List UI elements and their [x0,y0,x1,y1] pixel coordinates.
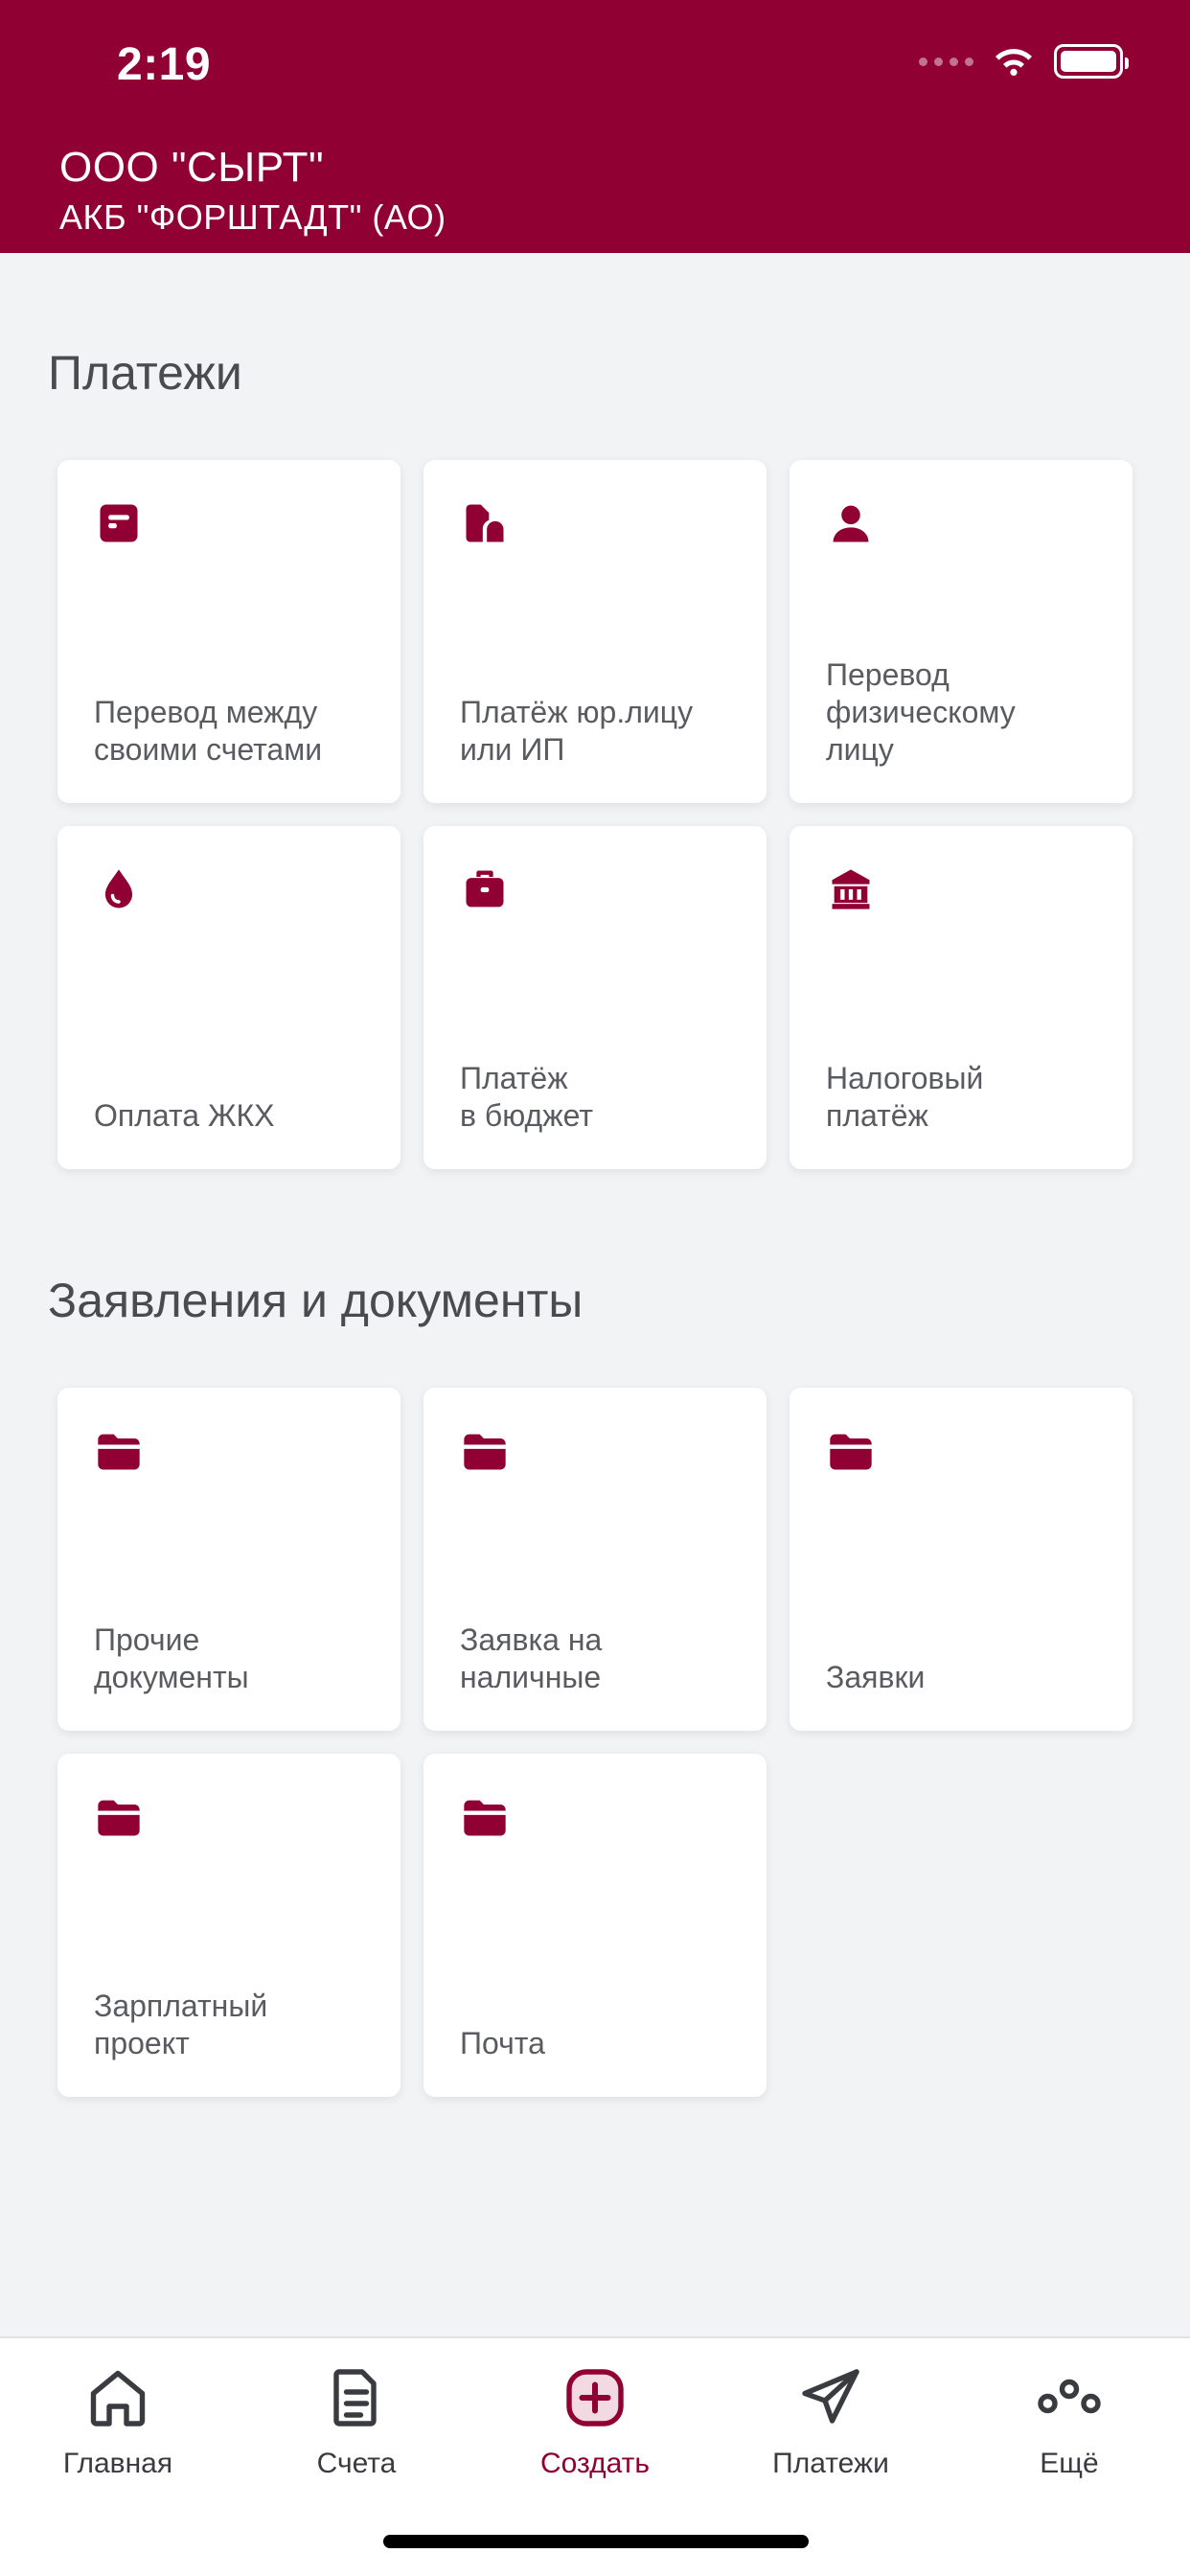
card-label: Оплата ЖКХ [94,1098,275,1133]
accounts-icon [333,2369,377,2426]
card-label: Заявки [826,1660,926,1694]
tab-label: Ещё [1040,2448,1099,2479]
card-transfer-own-accounts[interactable]: Перевод между своими счетами [57,460,400,803]
section-title-payments: Платежи [48,346,242,400]
card-label: Прочие документы [94,1622,249,1694]
app-header: 2:19 ООО "СЫРТ" АКБ "ФОРШТАДТ" (АО) [0,0,1190,253]
card-cash-request[interactable]: Заявка на наличные [423,1388,767,1731]
company-icon [466,504,504,542]
card-label: Платёж юр.лицу или ИП [460,695,694,767]
briefcase-icon [466,870,504,908]
card-other-documents[interactable]: Прочие документы [57,1388,400,1731]
document-icon [100,504,138,542]
card-requests[interactable]: Заявки [790,1388,1133,1731]
card-label: Почта [460,2026,545,2060]
card-mail[interactable]: Почта [423,1754,767,2097]
card-payment-legal-entity[interactable]: Платёж юр.лицу или ИП [423,460,767,803]
wifi-icon [995,49,1032,76]
tab-accounts[interactable]: Счета [241,2363,471,2480]
tab-payments[interactable]: Платежи [716,2363,946,2480]
tab-label: Платежи [772,2448,889,2479]
battery-icon [1054,44,1129,79]
status-indicators [919,44,1129,79]
card-label: Зарплатный проект [94,1989,268,2060]
folder-icon [98,1434,140,1470]
card-transfer-individual[interactable]: Перевод физическому лицу [790,460,1133,803]
plus-icon [566,2369,624,2426]
send-icon [802,2369,859,2424]
card-budget-payment[interactable]: Платёж в бюджет [423,826,767,1169]
tab-label: Главная [62,2448,173,2479]
signal-icon [919,57,973,66]
card-utilities-payment[interactable]: Оплата ЖКХ [57,826,400,1169]
company-name[interactable]: ООО "СЫРТ" [59,144,324,192]
home-icon [90,2370,146,2426]
folder-icon [464,1800,506,1836]
bank-name: АКБ "ФОРШТАДТ" (АО) [59,197,446,237]
bank-building-icon [832,869,870,909]
card-label: Платёж в бюджет [460,1061,593,1133]
folder-icon [98,1800,140,1836]
card-label: Налоговый платёж [826,1061,984,1133]
home-indicator[interactable] [383,2535,809,2548]
tab-create[interactable]: Создать [480,2363,710,2480]
card-tax-payment[interactable]: Налоговый платёж [790,826,1133,1169]
tab-more[interactable]: Ещё [954,2363,1184,2480]
tab-label: Создать [539,2448,650,2479]
more-icon [1038,2379,1101,2414]
drop-icon [104,869,133,908]
person-icon [833,505,869,542]
card-salary-project[interactable]: Зарплатный проект [57,1754,400,2097]
section-title-documents: Заявления и документы [48,1274,584,1327]
status-time: 2:19 [117,39,212,90]
folder-icon [464,1434,506,1470]
folder-icon [830,1434,872,1470]
card-label: Перевод между своими счетами [94,695,323,767]
card-label: Заявка на наличные [460,1622,603,1694]
tab-home[interactable]: Главная [3,2363,233,2480]
tab-label: Счета [316,2448,397,2479]
card-label: Перевод физическому лицу [826,657,1016,767]
